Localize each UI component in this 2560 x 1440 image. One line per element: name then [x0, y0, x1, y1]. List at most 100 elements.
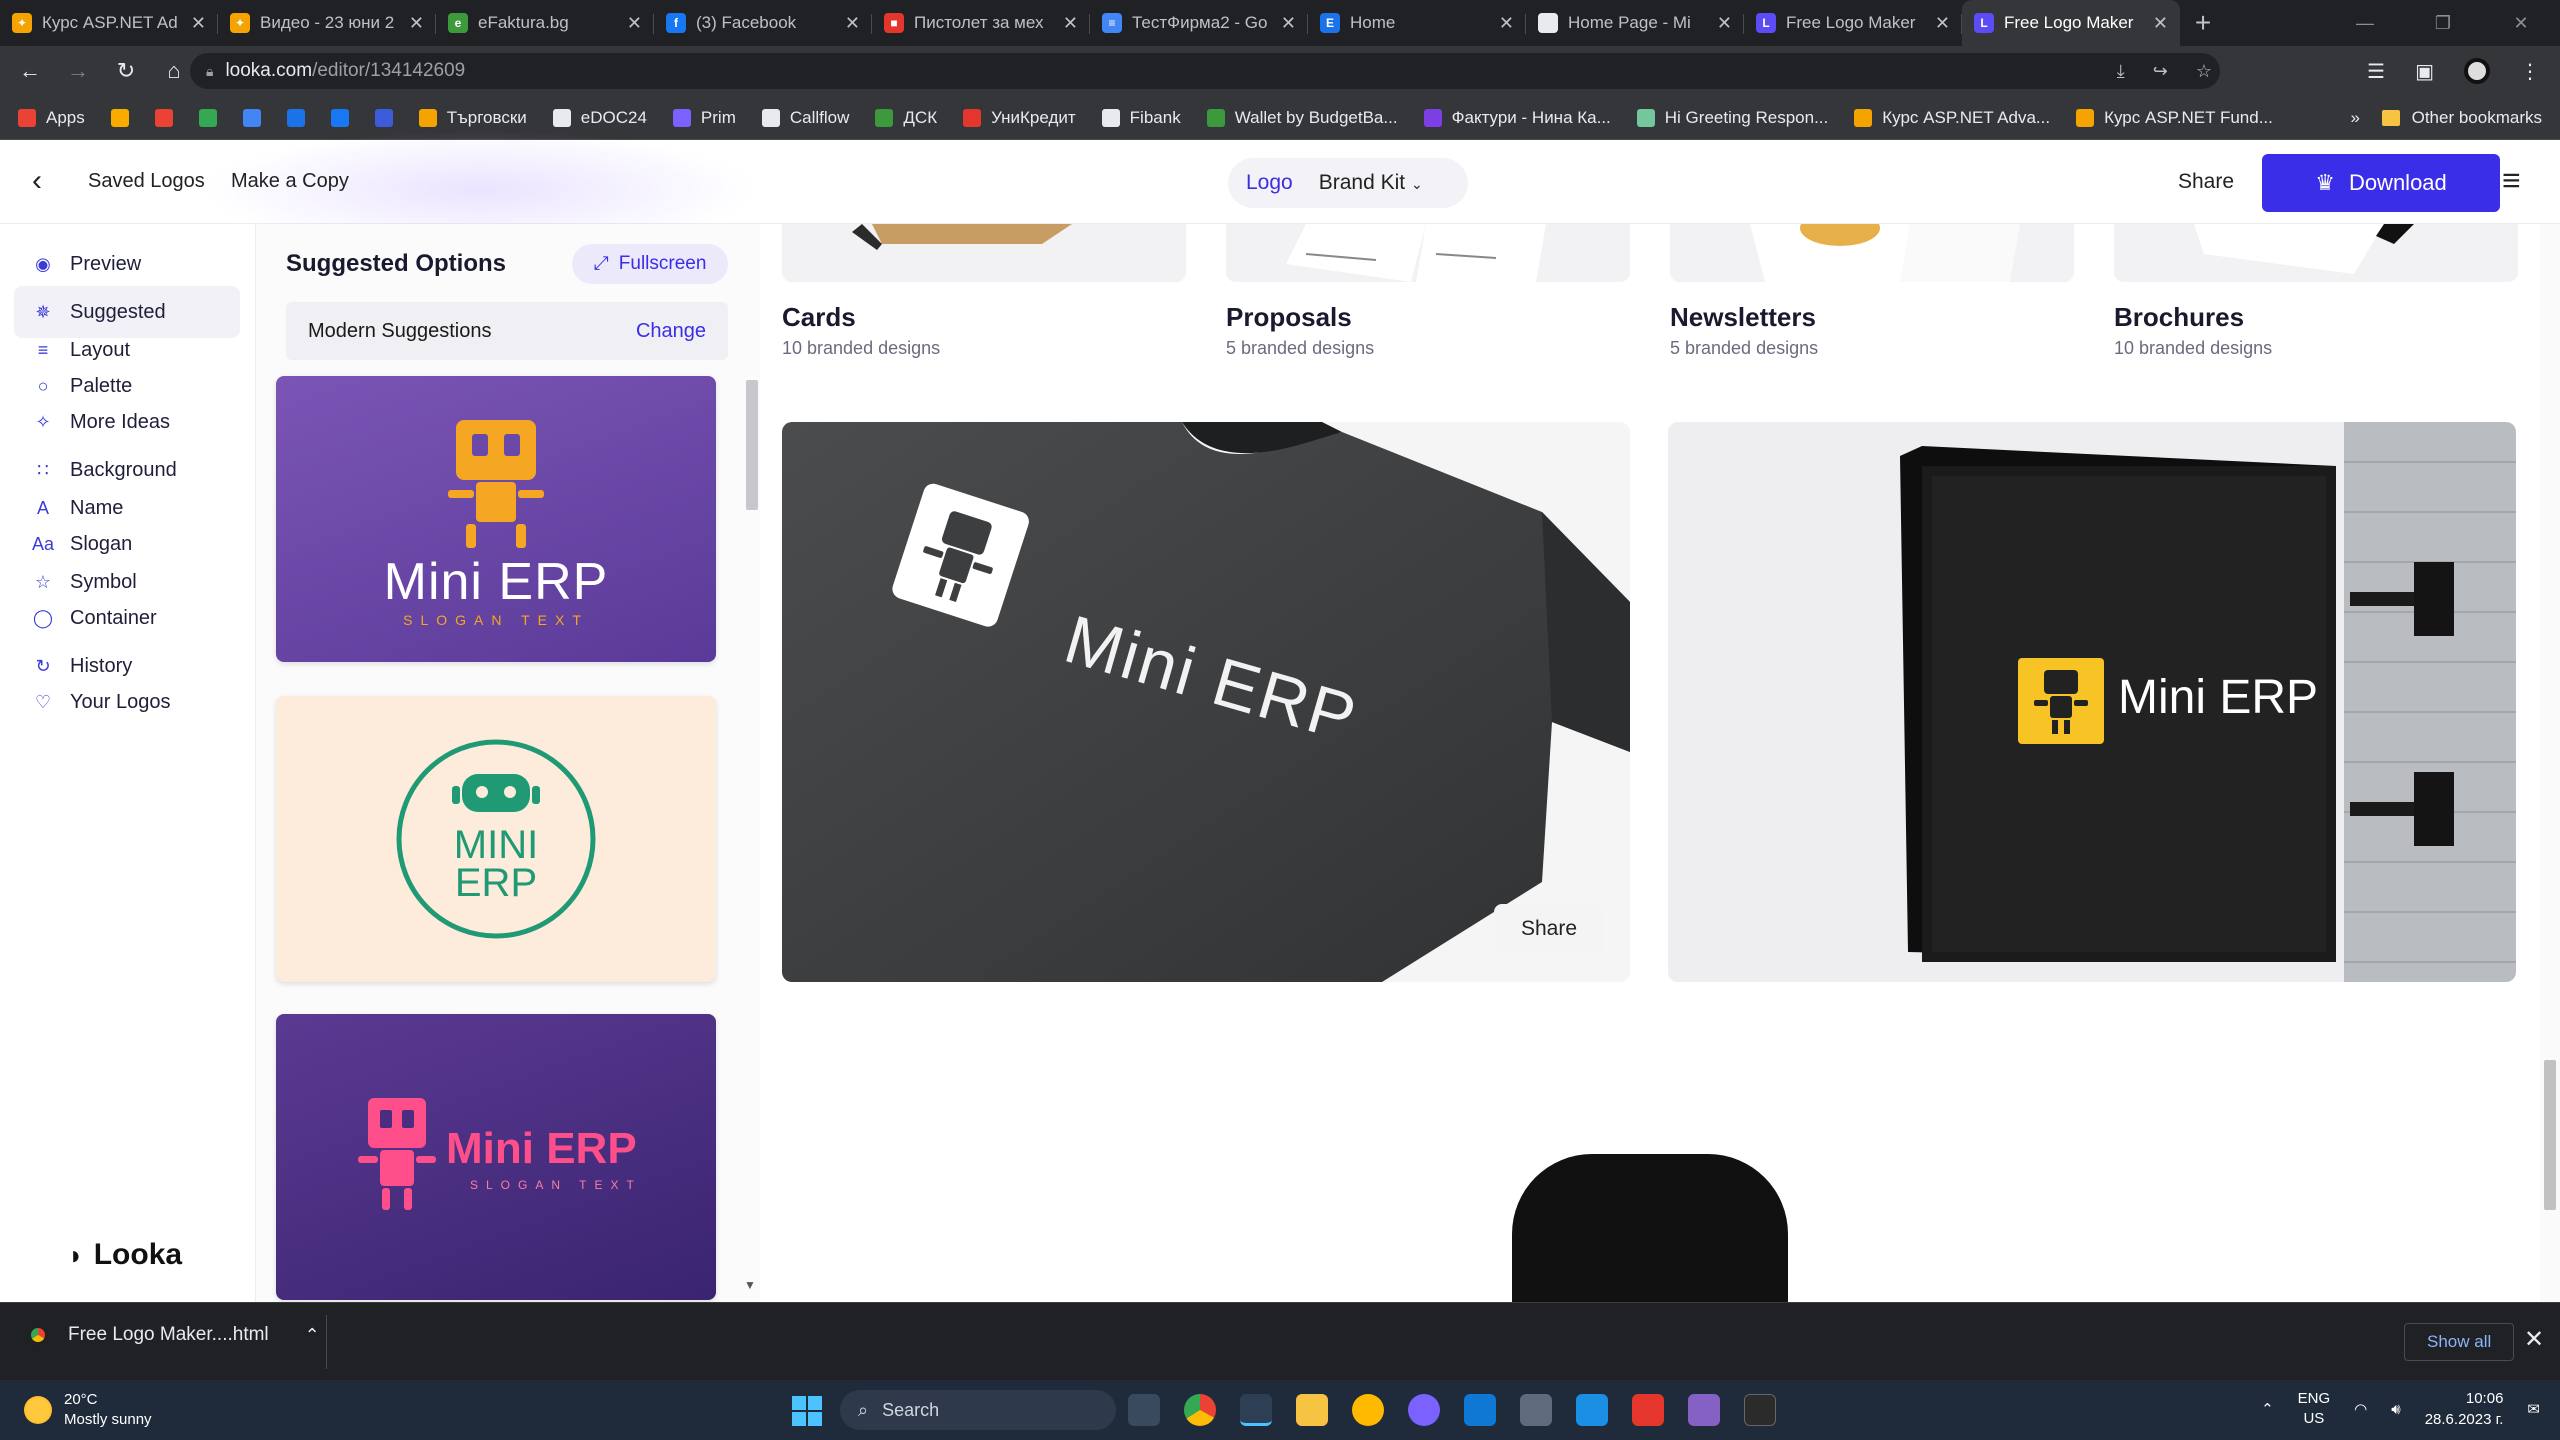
browser-tab[interactable]: e eFaktura.bg ✕ [436, 0, 654, 46]
logo-suggestion-card[interactable]: Mini ERP SLOGAN TEXT [276, 1014, 716, 1300]
download-item[interactable]: Free Logo Maker....html ⌃ [26, 1323, 320, 1347]
bookmark-item[interactable]: Fibank [1101, 108, 1181, 128]
bookmark-item[interactable] [330, 108, 349, 127]
logo-suggestion-card[interactable]: MINI ERP [276, 696, 716, 982]
browser-tab[interactable]: E Home ✕ [1308, 0, 1526, 46]
reload-icon[interactable]: ↻ [102, 46, 150, 96]
chrome-menu-icon[interactable]: ⋮ [2520, 59, 2540, 84]
download-button[interactable]: ♛ Download [2262, 154, 2500, 212]
show-all-button[interactable]: Show all [2404, 1323, 2515, 1361]
install-app-icon[interactable]: ⤓ [2117, 61, 2125, 82]
sidebar-item-your-logos[interactable]: ♡ Your Logos [14, 676, 240, 728]
logo-suggestion-card[interactable]: Mini ERP SLOGAN TEXT [276, 376, 716, 662]
category-title[interactable]: Cards [782, 302, 856, 333]
close-window-icon[interactable]: ✕ [2482, 0, 2560, 46]
bookmark-item[interactable]: Apps [18, 108, 85, 128]
brochures-preview-thumb[interactable] [2114, 224, 2518, 282]
task-view-icon[interactable] [1128, 1394, 1160, 1426]
newsletters-preview-thumb[interactable] [1670, 224, 2074, 282]
main-scroll-thumb[interactable] [2544, 1060, 2556, 1210]
proposals-preview-thumb[interactable] [1226, 224, 1630, 282]
category-title[interactable]: Proposals [1226, 302, 1352, 333]
hamburger-menu-icon[interactable]: ≡ [2502, 162, 2532, 199]
close-tab-icon[interactable]: ✕ [1499, 13, 1514, 34]
logo-tab[interactable]: Logo [1246, 171, 1293, 195]
panel-scrollbar[interactable]: ▼ [742, 374, 760, 1292]
bookmark-item[interactable]: Фактури - Нина Ка... [1423, 108, 1611, 128]
brand-kit-tab[interactable]: Brand Kit ⌄ [1319, 171, 1423, 195]
terminal-icon[interactable] [1744, 1394, 1776, 1426]
bookmark-item[interactable]: ДСК [875, 108, 937, 128]
close-tab-icon[interactable]: ✕ [845, 13, 860, 34]
bookmark-item[interactable]: Курс ASP.NET Fund... [2076, 108, 2273, 128]
reading-list-icon[interactable]: ☰ [2367, 59, 2385, 84]
close-tab-icon[interactable]: ✕ [2153, 13, 2168, 34]
back-chevron-icon[interactable]: ‹ [32, 164, 42, 198]
category-title[interactable]: Newsletters [1670, 302, 1816, 333]
vs-code-icon[interactable] [1576, 1394, 1608, 1426]
weather-app-icon[interactable] [1352, 1394, 1384, 1426]
notepad-icon[interactable] [1240, 1394, 1272, 1426]
clock[interactable]: 10:06 28.6.2023 г. [2425, 1388, 2504, 1430]
wifi-icon[interactable]: ◠ [2354, 1400, 2367, 1418]
share-button[interactable]: Share [2178, 170, 2234, 194]
bookmark-item[interactable]: Wallet by BudgetBa... [1206, 108, 1398, 128]
panel-scroll-thumb[interactable] [746, 380, 758, 510]
scroll-down-arrow-icon[interactable]: ▼ [744, 1278, 756, 1292]
bookmark-item[interactable] [198, 108, 217, 127]
minimize-icon[interactable]: — [2326, 0, 2404, 46]
browser-tab[interactable]: L Free Logo Maker ✕ [1962, 0, 2180, 46]
chrome-icon[interactable] [1184, 1394, 1216, 1426]
cards-preview-thumb[interactable] [782, 224, 1186, 282]
saved-logos-link[interactable]: Saved Logos [88, 170, 205, 193]
bookmark-item[interactable]: Hi Greeting Respon... [1636, 108, 1828, 128]
bookmark-item[interactable]: Prim [672, 108, 736, 128]
bookmark-item[interactable]: eDOC24 [552, 108, 647, 128]
weather-widget[interactable]: 20°C Mostly sunny [24, 1390, 152, 1430]
fullscreen-button[interactable]: ⤢ Fullscreen [572, 244, 728, 284]
language-indicator[interactable]: ENG US [2298, 1389, 2331, 1429]
bookmark-item[interactable]: Търговски [418, 108, 527, 128]
close-tab-icon[interactable]: ✕ [409, 13, 424, 34]
chevron-up-icon[interactable]: ⌃ [305, 1325, 320, 1346]
category-title[interactable]: Brochures [2114, 302, 2244, 333]
file-explorer-icon[interactable] [1296, 1394, 1328, 1426]
other-bookmarks[interactable]: Other bookmarks [2381, 96, 2542, 140]
new-tab-button[interactable]: + [2180, 0, 2226, 46]
side-panel-icon[interactable]: ▣ [2415, 59, 2434, 84]
chevron-up-icon[interactable]: ⌃ [2261, 1400, 2274, 1418]
url-bar[interactable]: 🔒︎ looka.com/editor/134142609 ⤓ ↪ ☆ [190, 53, 2220, 89]
back-arrow-icon[interactable]: ← [6, 46, 54, 96]
change-mode-link[interactable]: Change [636, 320, 706, 343]
browser-tab[interactable]: L Free Logo Maker ✕ [1744, 0, 1962, 46]
close-tab-icon[interactable]: ✕ [1281, 13, 1296, 34]
taskbar-search[interactable]: ⌕ Search [840, 1390, 1116, 1430]
sidebar-item-preview[interactable]: ◉ Preview [14, 238, 240, 290]
bookmarks-overflow-icon[interactable]: » [2351, 96, 2360, 140]
bookmark-item[interactable]: УниКредит [963, 108, 1076, 128]
volume-icon[interactable]: 🔊︎ [2391, 1401, 2400, 1418]
browser-tab[interactable]: f (3) Facebook ✕ [654, 0, 872, 46]
main-scrollbar[interactable] [2540, 224, 2560, 1302]
notifications-icon[interactable]: ✉ [2527, 1400, 2540, 1418]
close-shelf-icon[interactable]: ✕ [2524, 1325, 2544, 1354]
bookmark-item[interactable] [374, 108, 393, 127]
close-tab-icon[interactable]: ✕ [1935, 13, 1950, 34]
signage-mockup[interactable]: Mini ERP [1668, 422, 2516, 982]
browser-tab[interactable]: ≡ ТестФирма2 - Go ✕ [1090, 0, 1308, 46]
close-tab-icon[interactable]: ✕ [627, 13, 642, 34]
visual-studio-icon[interactable] [1688, 1394, 1720, 1426]
browser-tab[interactable]: Home Page - Mi ✕ [1526, 0, 1744, 46]
browser-tab[interactable]: ■ Пистолет за мех ✕ [872, 0, 1090, 46]
sidebar-item-more-ideas[interactable]: ✧ More Ideas [14, 396, 240, 448]
forward-arrow-icon[interactable]: → [54, 46, 102, 96]
sidebar-item-container[interactable]: ◯ Container [14, 592, 240, 644]
restore-icon[interactable]: ❐ [2404, 0, 2482, 46]
tshirt-mockup[interactable]: Mini ERP Share [782, 422, 1630, 982]
bookmark-item[interactable] [242, 108, 261, 127]
close-tab-icon[interactable]: ✕ [191, 13, 206, 34]
close-tab-icon[interactable]: ✕ [1063, 13, 1078, 34]
outlook-icon[interactable] [1464, 1394, 1496, 1426]
make-copy-link[interactable]: Make a Copy [231, 170, 349, 193]
bookmark-item[interactable] [154, 108, 173, 127]
